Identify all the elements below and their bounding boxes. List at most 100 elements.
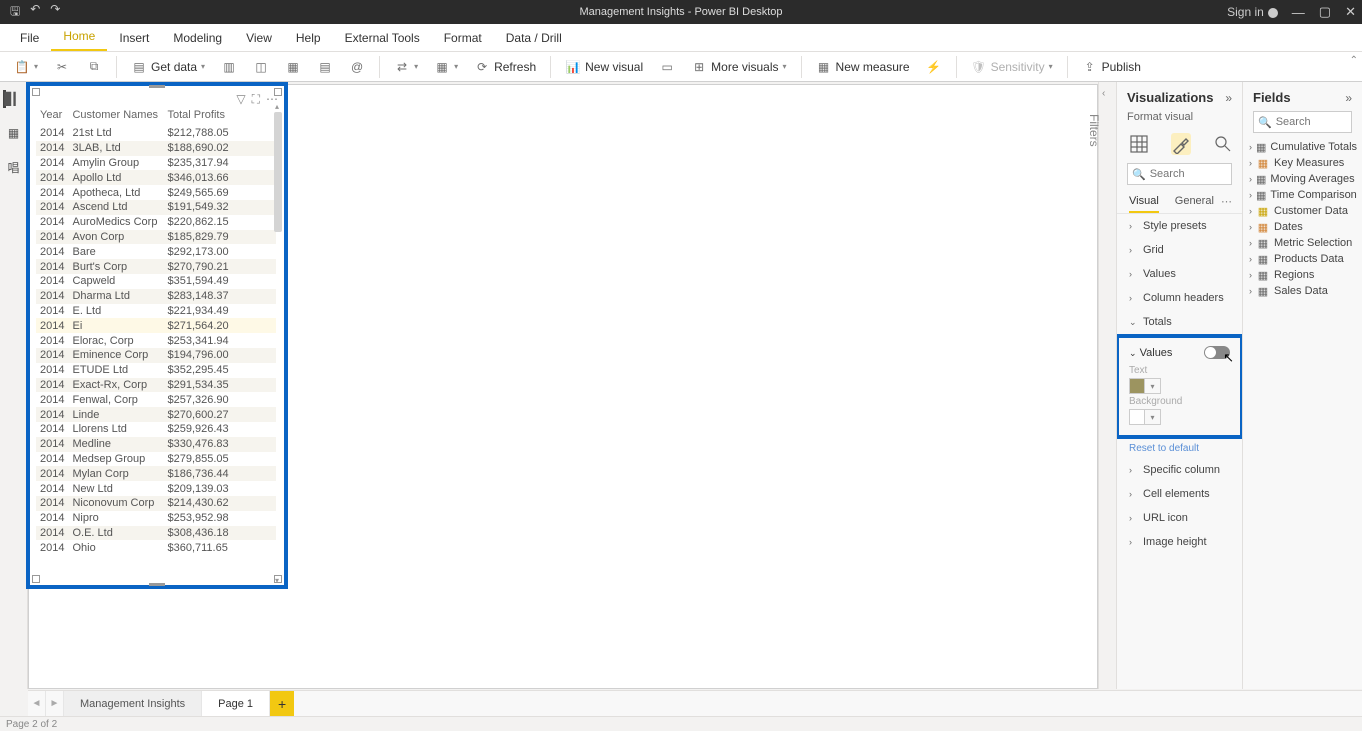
undo-icon[interactable]: ↶ [30,2,40,23]
table-row[interactable]: 2014Eminence Corp$194,796.00 [36,348,276,363]
table-row[interactable]: 2014Fenwal, Corp$257,326.90 [36,392,276,407]
table-row[interactable]: 2014Ohio$360,711.65 [36,540,276,555]
report-page[interactable]: ▽ ⛶ ⋯ Year Customer Names Total Profits … [28,84,1098,689]
data-view-icon[interactable]: ▦ [5,124,23,142]
table-row[interactable]: 2014Niconovum Corp$214,430.62 [36,496,276,511]
textbox-button[interactable]: ▭ [653,56,681,78]
reset-default-link[interactable]: Reset to default [1117,439,1242,458]
more-options-icon[interactable]: ⋯ [1221,195,1232,208]
table-row[interactable]: 2014Burt's Corp$270,790.21 [36,259,276,274]
dataverse-button[interactable]: @ [343,56,371,78]
focus-icon[interactable]: ⛶ [252,92,260,107]
transform-button[interactable]: ⇄▾ [388,56,424,78]
publish-button[interactable]: ⇪Publish [1076,56,1147,78]
visual-scrollbar[interactable]: ▴ ▾ [274,112,282,575]
resize-handle[interactable] [149,583,165,586]
page-tab-2[interactable]: Page 1 [202,691,270,716]
next-page-icon[interactable]: ► [46,691,64,716]
format-url-icon[interactable]: ›URL icon [1117,506,1242,530]
save-icon[interactable]: 🖫 [10,2,20,23]
format-specific-column[interactable]: ›Specific column [1117,458,1242,482]
report-canvas[interactable]: ▽ ⛶ ⋯ Year Customer Names Total Profits … [28,82,1098,689]
field-cumulative-totals[interactable]: ›▦Cumulative Totals [1243,139,1362,155]
table-row[interactable]: 2014E. Ltd$221,934.49 [36,304,276,319]
getdata-button[interactable]: ▤Get data▾ [125,56,211,78]
collapse-viz-icon[interactable]: » [1225,91,1232,105]
morevisuals-button[interactable]: ⊞More visuals▾ [685,56,792,78]
bg-color-picker[interactable]: ▾ [1129,409,1230,425]
table-row[interactable]: 2014Apollo Ltd$346,013.66 [36,170,276,185]
collapse-fields-icon[interactable]: » [1345,91,1352,105]
table-row[interactable]: 2014Ascend Ltd$191,549.32 [36,200,276,215]
newvisual-button[interactable]: 📊New visual [559,56,649,78]
resize-corner[interactable] [32,88,40,96]
viz-search[interactable]: 🔍 [1127,163,1232,185]
tab-home[interactable]: Home [51,23,107,51]
refresh-button[interactable]: ⟳Refresh [468,56,542,78]
table-row[interactable]: 2014Apotheca, Ltd$249,565.69 [36,185,276,200]
expand-filters-icon[interactable]: ‹ [1102,88,1105,99]
format-image-height[interactable]: ›Image height [1117,530,1242,554]
col-profits[interactable]: Total Profits [163,106,276,126]
format-values[interactable]: ›Values [1117,262,1242,286]
field-dates[interactable]: ›▦Dates [1243,219,1362,235]
format-totals[interactable]: ⌄Totals [1117,310,1242,334]
analytics-icon[interactable] [1213,133,1233,155]
format-visual-icon[interactable] [1171,133,1191,155]
fields-search[interactable]: 🔍 [1253,111,1352,133]
filter-icon[interactable]: ▽ [236,92,245,107]
table-row[interactable]: 2014ETUDE Ltd$352,295.45 [36,363,276,378]
quickmeasure-button[interactable]: ⚡ [920,56,948,78]
table-row[interactable]: 2014Exact-Rx, Corp$291,534.35 [36,378,276,393]
field-moving-averages[interactable]: ›▦Moving Averages [1243,171,1362,187]
table-row[interactable]: 2014Avon Corp$185,829.79 [36,230,276,245]
report-view-icon[interactable]: ▊▎ [3,90,21,108]
ribbon-collapse-icon[interactable]: ⌃ [1350,55,1358,66]
tab-insert[interactable]: Insert [107,25,161,51]
build-visual-icon[interactable] [1129,133,1149,155]
datahub-button[interactable]: ◫ [247,56,275,78]
filters-pane-collapsed[interactable]: ‹ Filters [1098,82,1116,689]
table-row[interactable]: 201421st Ltd$212,788.05 [36,126,276,141]
field-products-data[interactable]: ›▦Products Data [1243,251,1362,267]
table-visual[interactable]: ▽ ⛶ ⋯ Year Customer Names Total Profits … [26,82,288,589]
field-customer-data[interactable]: ›▦Customer Data [1243,203,1362,219]
close-icon[interactable]: ✕ [1345,4,1356,20]
format-cell-elements[interactable]: ›Cell elements [1117,482,1242,506]
col-year[interactable]: Year [36,106,68,126]
cut-button[interactable]: ✂ [48,56,76,78]
enterdata-button[interactable]: ▤ [311,56,339,78]
table-row[interactable]: 2014AuroMedics Corp$220,862.15 [36,215,276,230]
field-sales-data[interactable]: ›▦Sales Data [1243,283,1362,299]
table-row[interactable]: 2014Bare$292,173.00 [36,244,276,259]
text-color-picker[interactable]: ▾ [1129,378,1230,394]
field-key-measures[interactable]: ›▦Key Measures [1243,155,1362,171]
tab-datadrill[interactable]: Data / Drill [494,25,574,51]
tab-modeling[interactable]: Modeling [161,25,234,51]
sql-button[interactable]: ▦ [279,56,307,78]
table-row[interactable]: 2014New Ltd$209,139.03 [36,481,276,496]
table-row[interactable]: 2014Amylin Group$235,317.94 [36,156,276,171]
subtab-visual[interactable]: Visual [1129,195,1159,213]
field-regions[interactable]: ›▦Regions [1243,267,1362,283]
resize-handle[interactable] [149,85,165,88]
table-row[interactable]: 2014Llorens Ltd$259,926.43 [36,422,276,437]
tab-help[interactable]: Help [284,25,333,51]
format-grid[interactable]: ›Grid [1117,238,1242,262]
prev-page-icon[interactable]: ◄ [28,691,46,716]
minimize-icon[interactable]: — [1292,5,1305,20]
maximize-icon[interactable]: ▢ [1319,4,1331,20]
page-tab-1[interactable]: Management Insights [64,691,202,716]
table-row[interactable]: 2014Medsep Group$279,855.05 [36,452,276,467]
tab-file[interactable]: File [8,25,51,51]
table-row[interactable]: 2014Ei$271,564.20 [36,318,276,333]
model-view-icon[interactable]: 唱 [5,158,23,176]
tab-view[interactable]: View [234,25,284,51]
table-row[interactable]: 20143LAB, Ltd$188,690.02 [36,141,276,156]
add-page-button[interactable]: + [270,691,294,716]
format-style-presets[interactable]: ›Style presets [1117,214,1242,238]
format-column-headers[interactable]: ›Column headers [1117,286,1242,310]
table-row[interactable]: 2014Elorac, Corp$253,341.94 [36,333,276,348]
table-row[interactable]: 2014Capweld$351,594.49 [36,274,276,289]
sensitivity-button[interactable]: 🛡Sensitivity▾ [965,56,1059,78]
